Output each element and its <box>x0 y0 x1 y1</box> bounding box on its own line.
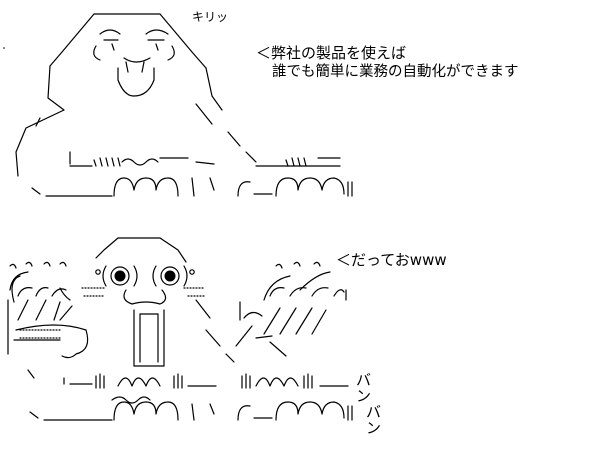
right-pupil <box>164 270 176 282</box>
nose-2 <box>123 289 167 305</box>
tears-right <box>241 373 313 389</box>
left-hands-2 <box>113 401 179 421</box>
right-hands-2 <box>237 401 345 421</box>
ascii-art-canvas: キリッ ＜弊社の製品を使えば 誰でも簡単に業務の自動化ができます ＜だっておww… <box>0 0 589 451</box>
tears-left <box>95 373 183 389</box>
left-eye-mark <box>95 269 101 275</box>
right-fist <box>269 287 345 297</box>
right-arm-lines <box>263 307 327 335</box>
sweat-marks-right <box>275 261 321 269</box>
speech-bubble-2: ＜だっておwww <box>336 251 447 269</box>
mouth-open <box>133 309 165 367</box>
hands-up-left <box>117 377 161 387</box>
right-hands-2-detail <box>347 405 353 421</box>
side-lines <box>27 299 235 379</box>
left-dots <box>19 329 61 339</box>
left-fist <box>17 287 67 297</box>
head-outline-2 <box>95 237 187 263</box>
scene-2-figure <box>7 237 353 421</box>
sweat-marks-left <box>9 261 67 269</box>
left-hands-2-detail <box>191 403 215 421</box>
hands-up-right <box>255 377 299 387</box>
cheek-dots-right <box>183 287 205 297</box>
right-eye-mark <box>189 269 195 275</box>
left-pupil <box>114 270 126 282</box>
sfx-ban-2: バン <box>366 403 382 437</box>
base-collar <box>63 377 93 385</box>
cheek-dots-left <box>81 287 105 297</box>
sfx-ban-1: バン <box>356 371 372 405</box>
desk-line-2 <box>29 411 113 421</box>
left-arm-lines <box>17 299 61 321</box>
